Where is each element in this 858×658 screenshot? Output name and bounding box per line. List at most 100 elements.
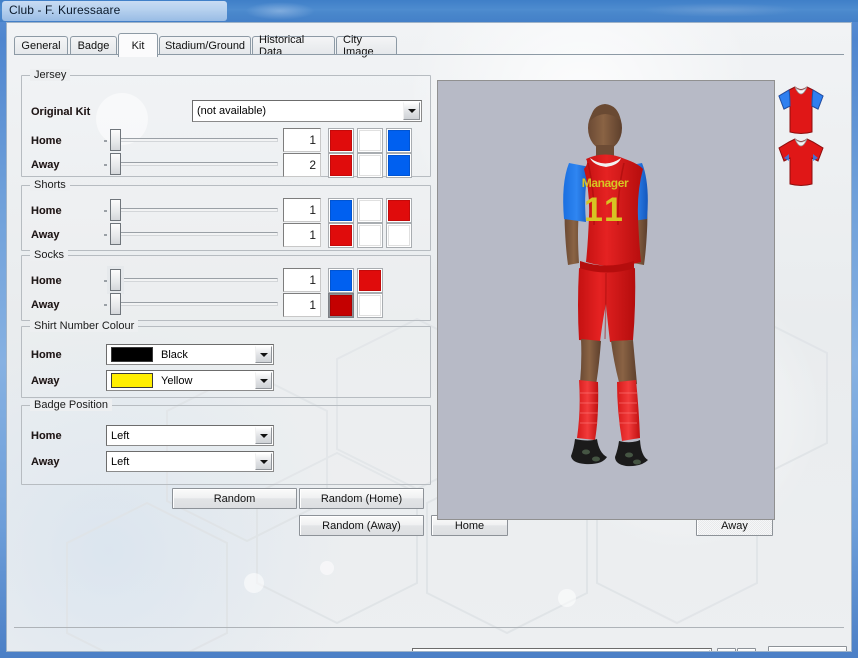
tab-kit[interactable]: Kit — [118, 33, 158, 57]
player-number-text: 11 — [584, 191, 626, 229]
socks-away-value[interactable]: 1 — [283, 293, 321, 317]
random-home-button[interactable]: Random (Home) — [299, 488, 424, 509]
title-bar-highlight — [245, 2, 315, 20]
shorts-home-swatch-3[interactable] — [386, 198, 412, 223]
shorts-home-swatch-2-fill — [359, 200, 381, 221]
dialog-client-area: General Badge Kit Stadium/Ground Histori… — [6, 22, 852, 652]
shirt-number-home-value: Black — [161, 348, 188, 361]
shorts-away-slider[interactable] — [102, 221, 282, 247]
badge-position-away-value: Left — [111, 455, 130, 468]
socks-home-swatch-1-fill — [330, 270, 352, 291]
tab-badge[interactable]: Badge — [70, 36, 117, 55]
shorts-home-slider-thumb[interactable] — [110, 199, 121, 221]
socks-away-slider-track[interactable] — [112, 302, 278, 306]
socks-away-slider-thumb[interactable] — [110, 293, 121, 315]
jersey-away-slider-track[interactable] — [112, 162, 278, 166]
socks-home-slider[interactable] — [102, 267, 282, 293]
chevron-down-icon — [407, 109, 416, 113]
badge-position-away-dropdown-button[interactable] — [255, 453, 272, 470]
original-kit-value: (not available) — [197, 105, 267, 117]
socks-home-swatch-1[interactable] — [328, 268, 354, 293]
shorts-home-slider-track[interactable] — [112, 208, 278, 212]
club-select-combo[interactable]: F. Kuressaare — [412, 648, 712, 651]
tab-historical-data[interactable]: Historical Data — [252, 34, 335, 58]
shorts-away-slider-track[interactable] — [112, 232, 278, 236]
kit-thumbnail-home[interactable] — [773, 81, 829, 139]
title-bar: Club - F. Kuressaare — [0, 0, 858, 22]
jersey-home-slider[interactable] — [102, 127, 282, 153]
tab-stadium-ground[interactable]: Stadium/Ground — [159, 36, 251, 55]
player-name-text: Manager — [582, 176, 629, 190]
socks-away-swatch-2[interactable] — [357, 293, 383, 318]
badge-position-away-label: Away — [31, 456, 60, 468]
shorts-home-swatch-1-fill — [330, 200, 352, 221]
original-kit-combo[interactable]: (not available) — [192, 100, 422, 122]
footer-divider — [14, 627, 844, 628]
shirt-number-away-combo[interactable]: Yellow — [106, 370, 274, 391]
jersey-away-value[interactable]: 2 — [283, 153, 321, 177]
jersey-away-slider-thumb[interactable] — [110, 153, 121, 175]
shorts-group-legend: Shorts — [30, 179, 70, 191]
tab-general[interactable]: General — [14, 36, 68, 55]
random-away-button[interactable]: Random (Away) — [299, 515, 424, 536]
chevron-down-icon — [259, 378, 268, 383]
badge-position-home-dropdown-button[interactable] — [255, 427, 272, 444]
chevron-down-icon — [259, 433, 268, 438]
socks-home-slider-thumb[interactable] — [110, 269, 121, 291]
socks-home-swatch-2[interactable] — [357, 268, 383, 293]
shorts-away-value[interactable]: 1 — [283, 223, 321, 247]
shirt-number-home-combo[interactable]: Black — [106, 344, 274, 365]
jersey-home-swatch-1-fill — [330, 130, 352, 151]
shorts-home-swatch-1[interactable] — [328, 198, 354, 223]
ok-button[interactable]: OK — [768, 646, 847, 651]
shorts-home-swatch-2[interactable] — [357, 198, 383, 223]
shorts-away-swatch-3-fill — [388, 225, 410, 246]
away-jersey-icon — [778, 138, 824, 186]
next-club-button[interactable] — [737, 648, 756, 651]
chevron-down-icon — [259, 352, 268, 357]
jersey-home-swatch-1[interactable] — [328, 128, 354, 153]
jersey-away-slider-tick — [104, 164, 107, 166]
jersey-away-swatch-1[interactable] — [328, 153, 354, 178]
home-jersey-icon — [778, 86, 824, 134]
socks-away-slider-tick — [104, 304, 107, 306]
shorts-home-slider-tick — [104, 210, 107, 212]
jersey-home-slider-track[interactable] — [112, 138, 278, 142]
title-bar-highlight-right — [640, 3, 800, 17]
jersey-home-swatch-2[interactable] — [357, 128, 383, 153]
socks-away-swatch-1-fill — [330, 295, 352, 316]
socks-home-slider-track[interactable] — [112, 278, 278, 282]
jersey-home-value[interactable]: 1 — [283, 128, 321, 152]
jersey-away-slider[interactable] — [102, 151, 282, 177]
socks-home-swatch-2-fill — [359, 270, 381, 291]
badge-position-away-combo[interactable]: Left — [106, 451, 274, 472]
shorts-home-slider[interactable] — [102, 197, 282, 223]
kit-preview-panel[interactable]: Manager 11 — [437, 80, 775, 520]
shirt-number-home-dropdown-button[interactable] — [255, 346, 272, 363]
previous-club-button[interactable] — [717, 648, 736, 651]
jersey-away-swatch-2-fill — [359, 155, 381, 176]
jersey-home-swatch-3[interactable] — [386, 128, 412, 153]
socks-away-swatch-1[interactable] — [328, 293, 354, 318]
badge-position-home-combo[interactable]: Left — [106, 425, 274, 446]
jersey-away-swatch-3[interactable] — [386, 153, 412, 178]
shorts-away-swatch-1-fill — [330, 225, 352, 246]
shorts-away-slider-thumb[interactable] — [110, 223, 121, 245]
original-kit-dropdown-button[interactable] — [403, 102, 420, 120]
jersey-home-swatch-3-fill — [388, 130, 410, 151]
tab-city-image[interactable]: City Image — [336, 34, 397, 58]
tab-strip: General Badge Kit Stadium/Ground Histori… — [14, 33, 844, 58]
shorts-away-label: Away — [31, 229, 60, 241]
socks-away-slider[interactable] — [102, 291, 282, 317]
shirt-number-away-dropdown-button[interactable] — [255, 372, 272, 389]
jersey-away-swatch-2[interactable] — [357, 153, 383, 178]
shorts-away-swatch-3[interactable] — [386, 223, 412, 248]
shorts-away-swatch-1[interactable] — [328, 223, 354, 248]
random-button[interactable]: Random — [172, 488, 297, 509]
kit-thumbnail-away[interactable] — [773, 133, 829, 191]
shorts-away-swatch-2[interactable] — [357, 223, 383, 248]
socks-home-value[interactable]: 1 — [283, 268, 321, 292]
shorts-home-value[interactable]: 1 — [283, 198, 321, 222]
club-select-dropdown-button[interactable] — [693, 650, 710, 651]
jersey-home-slider-thumb[interactable] — [110, 129, 121, 151]
